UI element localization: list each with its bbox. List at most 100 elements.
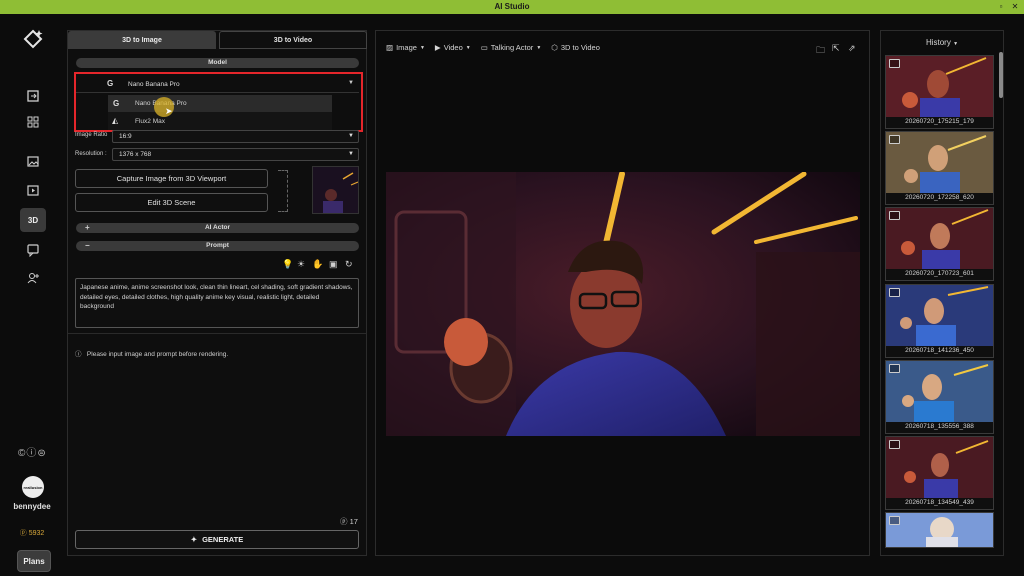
- 3d-icon[interactable]: 3D: [20, 208, 46, 232]
- video-menu-label: Video: [443, 43, 463, 52]
- export-icon[interactable]: ⇱: [832, 43, 840, 54]
- ai-actor-section-header[interactable]: + AI Actor: [76, 223, 359, 233]
- generate-button[interactable]: ✦ GENERATE: [75, 530, 359, 549]
- username: bennydee: [13, 502, 51, 511]
- video-gen-icon[interactable]: [20, 178, 46, 202]
- chevron-down-icon: ▼: [419, 44, 425, 51]
- history-thumbnail: [886, 56, 993, 117]
- image-ratio-select[interactable]: 16:9 ▼: [112, 130, 359, 143]
- image-menu-label: Image: [396, 43, 417, 52]
- video-icon: ▶: [434, 43, 441, 52]
- resolution-value: 1376 x 768: [119, 151, 152, 158]
- refresh-icon[interactable]: ↻: [345, 259, 353, 270]
- history-item[interactable]: 20260718_134549_439: [885, 436, 994, 510]
- history-thumbnail: [886, 437, 993, 498]
- window-title: AI Studio: [494, 2, 530, 11]
- cube-icon: ⬡: [551, 43, 558, 52]
- points-balance: ⓟ 5932: [19, 530, 45, 537]
- folder-icon[interactable]: 🗀: [816, 43, 825, 59]
- chevron-down-icon: ▼: [348, 151, 354, 157]
- history-thumbnail: [886, 361, 993, 422]
- minimize-icon[interactable]: ▫: [996, 2, 1006, 11]
- history-dropdown[interactable]: History ▼: [880, 38, 1004, 47]
- history-item[interactable]: 20260720_170723_601: [885, 207, 994, 281]
- history-thumbnail: [886, 513, 993, 547]
- image-ratio-label: Image Ratio: [75, 132, 108, 138]
- model-section-header: Model: [76, 58, 359, 68]
- chevron-down-icon: ▼: [465, 44, 471, 51]
- chat-icon[interactable]: [20, 238, 46, 262]
- history-item[interactable]: 20260720_172258_620: [885, 131, 994, 205]
- left-rail: 3D ©ⓘ⊜ reallusion bennydee ⓟ 5932 Plans: [0, 14, 64, 576]
- resolution-label: Resolution :: [75, 151, 107, 157]
- style-icon[interactable]: ✋: [312, 259, 323, 270]
- chevron-down-icon: ▼: [348, 133, 354, 139]
- talking-actor-menu[interactable]: ▭ Talking Actor ▼: [481, 43, 542, 52]
- points-value: 5932: [28, 530, 45, 537]
- captured-thumbnail[interactable]: [312, 166, 359, 214]
- 3d-to-video-menu[interactable]: ⬡ 3D to Video: [551, 43, 600, 52]
- edit-3d-scene-button[interactable]: Edit 3D Scene: [75, 193, 268, 212]
- history-scrollbar[interactable]: [999, 52, 1003, 98]
- image-gen-icon[interactable]: [20, 149, 46, 173]
- history-item[interactable]: [885, 512, 994, 548]
- video-menu[interactable]: ▶ Video ▼: [435, 43, 471, 52]
- image-ratio-value: 16:9: [119, 133, 132, 140]
- image-icon: ▨: [386, 43, 394, 52]
- highlight-box: [74, 72, 363, 132]
- collapse-icon: −: [85, 241, 90, 250]
- credit-cost: ⓟ 17: [340, 516, 358, 527]
- sparkle-icon: ✦: [190, 535, 198, 544]
- license-icons[interactable]: ©ⓘ⊜: [18, 444, 47, 459]
- chevron-down-icon: ▼: [536, 44, 542, 51]
- import-icon[interactable]: [20, 84, 46, 108]
- image-type-icon: [889, 211, 900, 220]
- history-item[interactable]: 20260720_175215_179: [885, 55, 994, 129]
- info-icon: ⓘ: [75, 351, 82, 358]
- history-caption: 20260718_135556_388: [905, 423, 974, 430]
- history-caption: 20260720_172258_620: [905, 194, 974, 201]
- history-item[interactable]: 20260718_141236_450: [885, 284, 994, 358]
- preview-toolbar: ▨ Image ▼ ▶ Video ▼ ▭ Talking Actor ▼ ⬡ 3D to V…: [386, 43, 600, 52]
- history-caption: 20260718_141236_450: [905, 347, 974, 354]
- close-icon[interactable]: ✕: [1010, 2, 1020, 11]
- light-icon[interactable]: ☀: [297, 259, 305, 270]
- grid-icon[interactable]: [20, 110, 46, 134]
- info-note: ⓘ Please input image and prompt before r…: [75, 348, 228, 358]
- idea-icon[interactable]: 💡: [282, 259, 293, 270]
- share-icon[interactable]: ⇗: [848, 43, 856, 54]
- image-menu[interactable]: ▨ Image ▼: [386, 43, 425, 52]
- prompt-section-header[interactable]: − Prompt: [76, 241, 359, 251]
- plans-button[interactable]: Plans: [17, 550, 51, 572]
- image-type-icon: [889, 59, 900, 68]
- image-type-icon: [889, 364, 900, 373]
- history-item[interactable]: 20260718_135556_388: [885, 360, 994, 434]
- ai-actor-label: AI Actor: [204, 224, 231, 231]
- chevron-down-icon: ▼: [953, 41, 959, 47]
- history-caption: 20260720_175215_179: [905, 118, 974, 125]
- logo-icon[interactable]: [22, 28, 46, 52]
- avatar[interactable]: reallusion: [22, 476, 44, 498]
- image-type-icon: [889, 135, 900, 144]
- add-user-icon[interactable]: [20, 266, 46, 290]
- credit-icon: ⓟ: [340, 517, 348, 526]
- image-type-icon: [889, 516, 900, 525]
- prompt-textarea[interactable]: Japanese anime, anime screenshot look, c…: [75, 278, 359, 328]
- divider: [68, 333, 366, 334]
- prompt-label: Prompt: [206, 242, 229, 249]
- history-caption: 20260718_134549_439: [905, 499, 974, 506]
- title-bar: AI Studio ▫ ✕: [0, 0, 1024, 14]
- app-root: AI Studio ▫ ✕ 3D ©ⓘ⊜ reallusion bennydee…: [0, 0, 1024, 576]
- capture-viewport-button[interactable]: Capture Image from 3D Viewport: [75, 169, 268, 188]
- history-thumbnail: [886, 208, 993, 269]
- history-title: History: [925, 38, 951, 47]
- image-type-icon: [889, 288, 900, 297]
- info-note-text: Please input image and prompt before ren…: [86, 351, 229, 358]
- tab-3d-to-video[interactable]: 3D to Video: [219, 31, 367, 49]
- resolution-select[interactable]: 1376 x 768 ▼: [112, 148, 359, 161]
- tab-3d-to-image[interactable]: 3D to Image: [68, 31, 216, 49]
- talking-actor-label: Talking Actor: [490, 43, 534, 52]
- history-thumbnail: [886, 132, 993, 193]
- connector-line: [287, 170, 288, 212]
- image-edit-icon[interactable]: ▣: [329, 259, 338, 270]
